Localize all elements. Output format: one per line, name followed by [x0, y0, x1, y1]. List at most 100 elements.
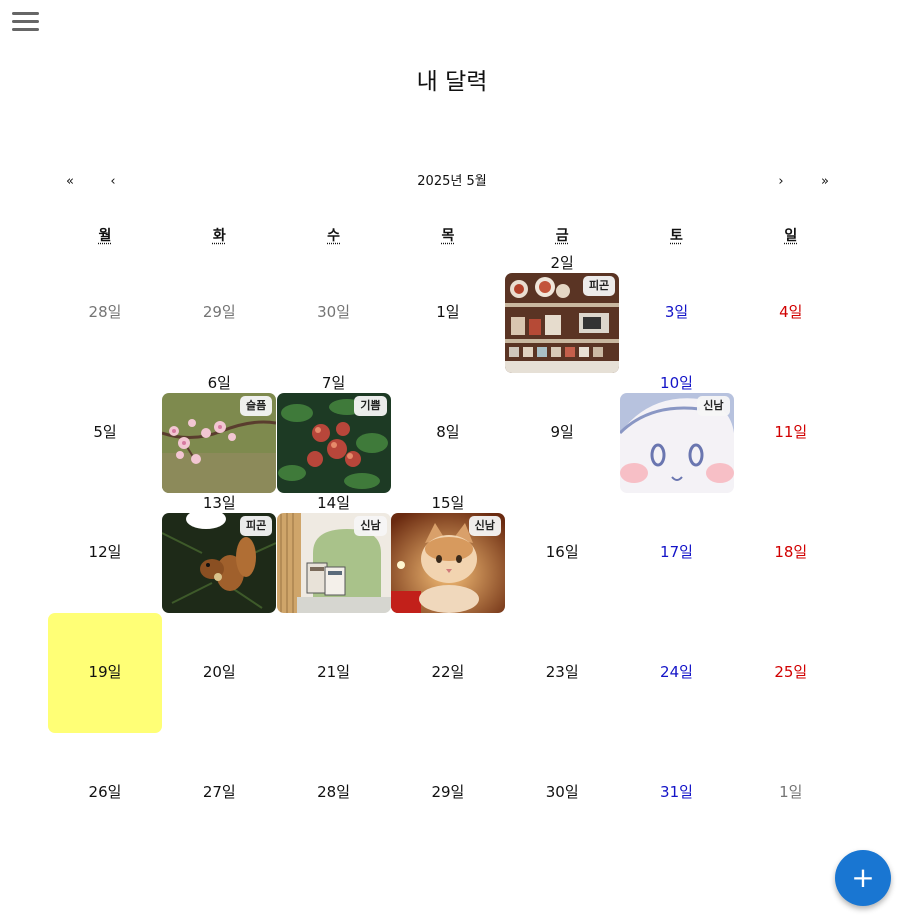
calendar-day[interactable]: 24일	[620, 613, 734, 733]
day-photo-cherry-blossom[interactable]: 슬픔	[162, 393, 277, 493]
weekday-text: 월	[98, 228, 112, 244]
calendar-day[interactable]: 4일	[734, 253, 848, 373]
day-number: 19일	[88, 663, 122, 681]
day-number: 11일	[774, 423, 808, 441]
day-number: 7일	[321, 374, 346, 392]
mood-tag: 신남	[697, 396, 730, 416]
day-photo-squirrel[interactable]: 피곤	[162, 513, 277, 613]
day-number: 25일	[774, 663, 808, 681]
calendar-day[interactable]: 20일	[162, 613, 276, 733]
day-number: 14일	[317, 494, 351, 512]
day-number: 29일	[202, 303, 236, 321]
calendar-day[interactable]: 2일 피곤	[505, 253, 620, 373]
calendar-day[interactable]: 17일	[620, 493, 734, 613]
day-number: 28일	[317, 783, 351, 801]
hamburger-menu-icon[interactable]	[12, 12, 39, 32]
calendar-day[interactable]: 9일	[505, 373, 619, 493]
calendar-day[interactable]: 6일 슬픔	[162, 373, 277, 493]
calendar-day[interactable]: 28일	[277, 733, 391, 853]
day-number: 4일	[779, 303, 803, 321]
day-number: 17일	[660, 543, 693, 561]
calendar-day[interactable]: 22일	[391, 613, 505, 733]
mood-tag: 기쁨	[354, 396, 387, 416]
weekday-text: 목	[441, 228, 455, 244]
plus-icon: +	[851, 861, 875, 894]
day-number: 8일	[436, 423, 460, 441]
calendar-day[interactable]: 16일	[505, 493, 619, 613]
add-entry-button[interactable]: +	[835, 850, 891, 906]
day-number: 18일	[774, 543, 808, 561]
calendar-day[interactable]: 1일	[734, 733, 848, 853]
weekday-label: 토	[620, 226, 734, 246]
calendar-day[interactable]: 15일 신남	[390, 493, 505, 613]
calendar-day-today[interactable]: 19일	[48, 613, 162, 733]
calendar-grid: 28일 29일 30일 1일 2일 피곤 3일 4일 5일 6일 슬픔 7일 기쁨 8일 9일 10일 …	[48, 253, 848, 853]
calendar-day[interactable]: 30일	[505, 733, 619, 853]
weekday-label: 일	[734, 226, 848, 246]
calendar-day[interactable]: 28일	[48, 253, 162, 373]
calendar-day[interactable]: 10일 신남	[619, 373, 734, 493]
day-number: 31일	[660, 783, 693, 801]
weekday-label: 월	[48, 226, 162, 246]
weekday-text: 일	[784, 228, 798, 244]
day-number: 22일	[431, 663, 465, 681]
weekday-text: 화	[212, 228, 226, 244]
day-number: 3일	[664, 303, 689, 321]
weekday-text: 수	[327, 228, 341, 244]
day-number: 1일	[436, 303, 460, 321]
calendar-day[interactable]: 26일	[48, 733, 162, 853]
weekday-text: 토	[670, 228, 683, 244]
next-year-button[interactable]: »	[814, 172, 836, 192]
day-number: 16일	[545, 543, 579, 561]
day-number: 10일	[660, 374, 693, 392]
calendar-day[interactable]: 14일 신남	[276, 493, 391, 613]
weekday-label: 금	[505, 226, 619, 246]
calendar-day[interactable]: 1일	[391, 253, 505, 373]
weekday-label: 목	[391, 226, 505, 246]
weekday-label: 화	[162, 226, 276, 246]
day-number: 29일	[431, 783, 465, 801]
calendar-day[interactable]: 13일 피곤	[162, 493, 277, 613]
calendar-day[interactable]: 31일	[620, 733, 734, 853]
day-number: 6일	[207, 374, 231, 392]
day-number: 28일	[88, 303, 122, 321]
calendar-day[interactable]: 25일	[734, 613, 848, 733]
mood-tag: 신남	[354, 516, 387, 536]
day-number: 27일	[202, 783, 236, 801]
calendar-day[interactable]: 7일 기쁨	[276, 373, 391, 493]
day-number: 5일	[93, 423, 117, 441]
day-number: 26일	[88, 783, 122, 801]
calendar-day[interactable]: 12일	[48, 493, 162, 613]
mood-tag: 피곤	[240, 516, 273, 536]
calendar-day[interactable]: 21일	[277, 613, 391, 733]
calendar-day[interactable]: 3일	[620, 253, 734, 373]
calendar-day[interactable]: 29일	[391, 733, 505, 853]
calendar-day[interactable]: 27일	[162, 733, 276, 853]
day-number: 13일	[202, 494, 236, 512]
day-number: 24일	[660, 663, 693, 681]
day-photo-cartoon-face[interactable]: 신남	[619, 393, 734, 493]
mood-tag: 신남	[468, 516, 501, 536]
day-number: 1일	[779, 783, 803, 801]
calendar-day[interactable]: 18일	[734, 493, 848, 613]
day-photo-apple-tree[interactable]: 기쁨	[276, 393, 391, 493]
calendar-day[interactable]: 5일	[48, 373, 162, 493]
calendar-day[interactable]: 8일	[391, 373, 505, 493]
day-photo-books-chair[interactable]: 신남	[276, 513, 391, 613]
next-month-button[interactable]: ›	[770, 172, 792, 192]
day-number: 2일	[550, 254, 574, 272]
day-number: 21일	[317, 663, 351, 681]
mood-tag: 슬픔	[240, 396, 273, 416]
day-photo-kitten[interactable]: 신남	[390, 513, 505, 613]
day-number: 15일	[431, 494, 465, 512]
day-number: 20일	[202, 663, 236, 681]
weekday-label: 수	[277, 226, 391, 246]
calendar-day[interactable]: 23일	[505, 613, 619, 733]
calendar-day[interactable]: 30일	[277, 253, 391, 373]
month-label-button[interactable]: 2025년 5월	[0, 172, 904, 192]
day-number: 23일	[545, 663, 579, 681]
calendar-day[interactable]: 11일	[734, 373, 848, 493]
calendar-day[interactable]: 29일	[162, 253, 276, 373]
day-number: 30일	[545, 783, 579, 801]
day-photo-kitchen-shelves[interactable]: 피곤	[505, 273, 620, 373]
